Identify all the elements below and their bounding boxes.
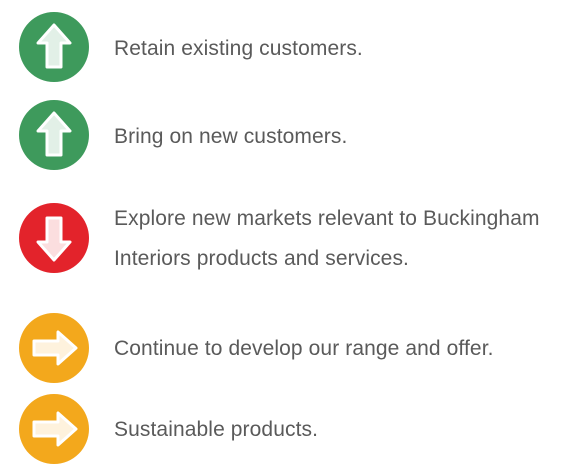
item-text: Continue to develop our range and offer. xyxy=(114,329,494,369)
item-text: Sustainable products. xyxy=(114,410,318,450)
item-text-line: Sustainable products. xyxy=(114,418,319,441)
arrow-up-icon xyxy=(18,11,90,83)
item-text-line: Continue to develop our range and offer. xyxy=(114,337,494,360)
item-text: Bring on new customers. xyxy=(114,117,347,157)
item-text-line: Explore new markets relevant to Buckingh… xyxy=(114,207,540,230)
arrow-down-icon xyxy=(18,202,90,274)
arrow-up-icon xyxy=(18,99,90,171)
item-text-line: Bring on new customers. xyxy=(114,125,348,148)
item-text: Retain existing customers. xyxy=(114,29,363,69)
arrow-right-icon xyxy=(18,393,90,465)
item-text: Explore new markets relevant to Buckingh… xyxy=(114,199,540,279)
item-text-line: Retain existing customers. xyxy=(114,37,363,60)
arrow-right-icon xyxy=(18,312,90,384)
item-text-line: Interiors products and services. xyxy=(114,247,409,270)
